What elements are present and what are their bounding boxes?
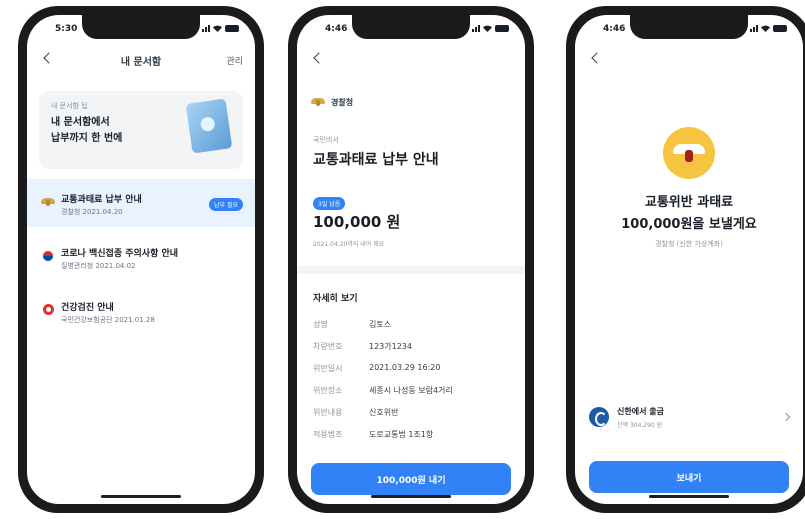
tip-card[interactable]: 내 문서함 팁 내 문서함에서 납부까지 한 번에 [39,91,243,169]
police-emblem-icon [311,95,325,109]
detail-value: 김토스 [369,320,392,329]
status-icons [472,25,509,32]
pay-button[interactable]: 100,000원 내기 [311,463,511,495]
chevron-right-icon [781,412,791,422]
list-item-traffic-fine[interactable]: 교통과태료 납부 안내 경찰청 2021.04.20 납부 필요 [27,179,255,227]
phone-send-confirm: 4:46 교통위반 과태료 100,000원을 보낼게요 경찰청 (신한 가상계… [566,6,805,513]
home-indicator [649,495,729,498]
status-icons [750,25,787,32]
police-emblem-icon [663,127,715,179]
nhis-icon [43,304,54,315]
wifi-icon [483,25,492,32]
list-item-covid-vaccine[interactable]: 코로나 백신접종 주의사항 안내 질병관리청 2021.04.02 [27,233,255,281]
detail-key: 차량번호 [313,342,343,351]
battery-icon [225,25,239,32]
detail-value: 세종시 나성동 보람4거리 [369,386,453,395]
tip-label: 내 문서함 팁 [51,102,88,110]
sender-label: 국민비서 [313,136,339,144]
tip-text: 내 문서함에서 납부까지 한 번에 [51,117,123,144]
screen: 5:30 내 문서함 관리 내 문서함 팁 내 문서함에서 납부까지 한 번에 … [27,15,255,504]
detail-value: 2021.03.29 16:20 [369,363,441,372]
folder-icon [185,98,233,154]
detail-key: 성명 [313,320,328,329]
status-badge: 납부 필요 [209,198,243,211]
due-badge: 3일 남음 [313,197,346,210]
detail-key: 적용법조 [313,430,343,439]
detail-key: 위반일시 [313,364,343,373]
send-title: 교통위반 과태료 100,000원을 보낼게요 [621,195,757,232]
wifi-icon [213,25,222,32]
manage-button[interactable]: 관리 [226,54,243,67]
bank-name: 신한에서 출금 [617,407,664,416]
detail-row-datetime: 위반일시 2021.03.29 16:20 [313,363,515,383]
back-chevron-icon[interactable] [311,51,325,65]
status-time: 4:46 [325,24,348,34]
home-indicator [371,495,451,498]
list-item-sub: 경찰청 2021.04.20 [61,208,123,216]
list-item-title: 건강검진 안내 [61,303,114,313]
withdraw-account-selector[interactable]: 신한에서 출금 잔액 304,290 원 [589,403,791,433]
screen: 4:46 교통위반 과태료 100,000원을 보낼게요 경찰청 (신한 가상계… [575,15,803,504]
status-time: 4:46 [603,24,626,34]
detail-value: 도로교통법 1조1항 [369,430,434,439]
detail-row-location: 위반장소 세종시 나성동 보람4거리 [313,385,515,405]
recipient-account: 경찰청 (신한 가상계좌) [655,240,723,248]
section-divider [297,266,525,274]
signal-icon [472,25,480,32]
phone-my-documents: 5:30 내 문서함 관리 내 문서함 팁 내 문서함에서 납부까지 한 번에 … [18,6,264,513]
taegeuk-icon [43,251,53,261]
detail-value: 신호위반 [369,408,399,417]
detail-row-violation: 위반내용 신호위반 [313,407,515,427]
home-indicator [101,495,181,498]
fine-amount: 100,000 원 [313,213,401,231]
notch [352,15,470,39]
battery-icon [495,25,509,32]
shinhan-logo-icon [589,407,609,427]
details-header[interactable]: 자세히 보기 [313,291,358,304]
notch [630,15,748,39]
emblem-mark [673,144,705,162]
detail-row-name: 성명 김토스 [313,319,515,339]
bank-balance: 잔액 304,290 원 [617,422,663,429]
notice-title: 교통과태료 납부 안내 [313,152,439,168]
detail-row-plate: 차량번호 123가1234 [313,341,515,361]
list-item-health-checkup[interactable]: 건강검진 안내 국민건강보험공단 2021.01.28 [27,287,255,335]
wifi-icon [761,25,770,32]
send-button[interactable]: 보내기 [589,461,789,493]
signal-icon [202,25,210,32]
signal-icon [750,25,758,32]
phone-fine-notice: 4:46 경찰청 국민비서 교통과태료 납부 안내 3일 남음 100,000 … [288,6,534,513]
agency-header: 경찰청 [311,95,353,109]
due-date-text: 2021.04.20까지 내야 해요 [313,241,385,248]
back-chevron-icon[interactable] [589,51,603,65]
status-time: 5:30 [55,24,78,34]
agency-name: 경찰청 [331,97,354,107]
list-item-title: 코로나 백신접종 주의사항 안내 [61,249,179,259]
status-icons [202,25,239,32]
list-item-sub: 질병관리청 2021.04.02 [61,262,136,270]
list-item-title: 교통과태료 납부 안내 [61,195,142,205]
detail-key: 위반내용 [313,408,343,417]
detail-key: 위반장소 [313,386,343,395]
screen: 4:46 경찰청 국민비서 교통과태료 납부 안내 3일 남음 100,000 … [297,15,525,504]
notch [82,15,200,39]
page-title: 내 문서함 [120,57,162,68]
battery-icon [773,25,787,32]
list-item-sub: 국민건강보험공단 2021.01.28 [61,316,155,324]
detail-value: 123가1234 [369,342,412,351]
